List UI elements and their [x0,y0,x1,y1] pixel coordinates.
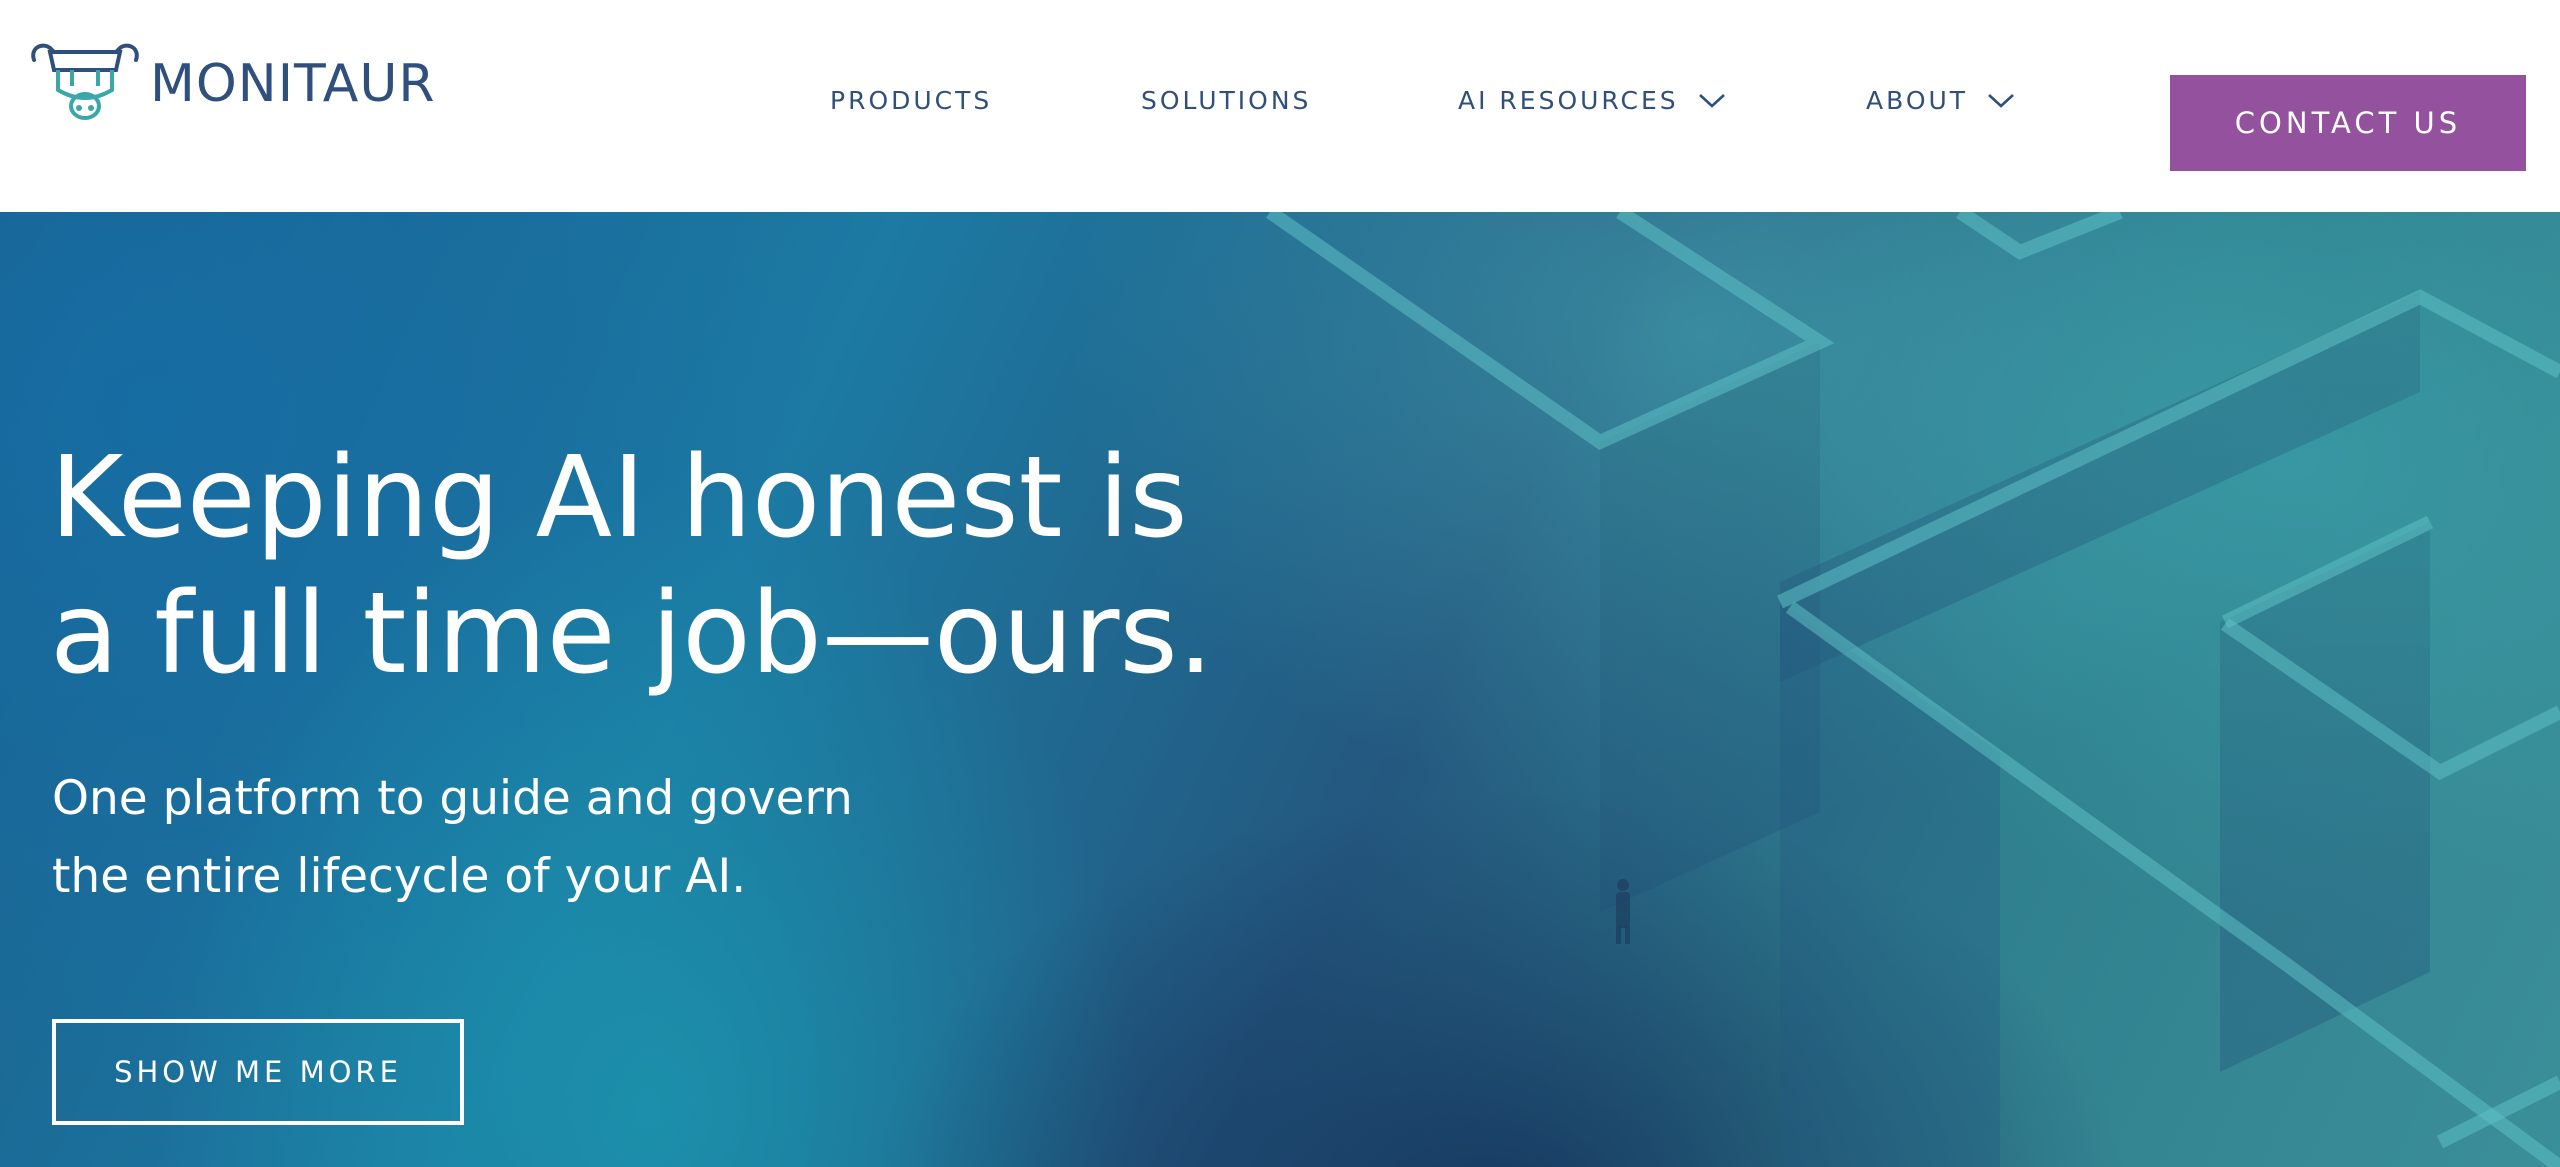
hero-subtitle-line1: One platform to guide and govern [52,771,853,826]
hero-section: Keeping AI honest is a full time job—our… [0,212,2560,1167]
nav-about[interactable]: ABOUT [1866,86,2016,115]
nav-ai-resources-label: AI RESOURCES [1458,86,1679,115]
logo[interactable]: MONITAUR [28,40,436,130]
nav-solutions[interactable]: SOLUTIONS [1141,86,1311,115]
chevron-down-icon [1698,93,1725,108]
nav-ai-resources[interactable]: AI RESOURCES [1458,86,1727,115]
hero-subtitle-line2: the entire lifecycle of your AI. [52,849,747,904]
hero-headline-line1: Keeping AI honest is [50,433,1188,563]
bull-head-logo-icon [31,43,139,120]
nav-products[interactable]: PRODUCTS [830,86,992,115]
hero-headline-line2: a full time job—ours. [50,569,1214,699]
logo-wordmark: MONITAUR [150,54,436,114]
show-me-more-button[interactable]: SHOW ME MORE [52,1019,464,1125]
nav-solutions-label: SOLUTIONS [1141,86,1312,115]
hero-subtitle: One platform to guide and govern the ent… [52,760,1152,916]
hero-headline: Keeping AI honest is a full time job—our… [50,430,1450,702]
site-header: MONITAUR PRODUCTS SOLUTIONS AI RESOURCES… [0,0,2560,212]
nav-products-label: PRODUCTS [830,86,993,115]
chevron-down-icon [1988,93,2014,108]
nav-about-label: ABOUT [1866,86,1969,115]
contact-us-button[interactable]: CONTACT US [2170,75,2526,171]
